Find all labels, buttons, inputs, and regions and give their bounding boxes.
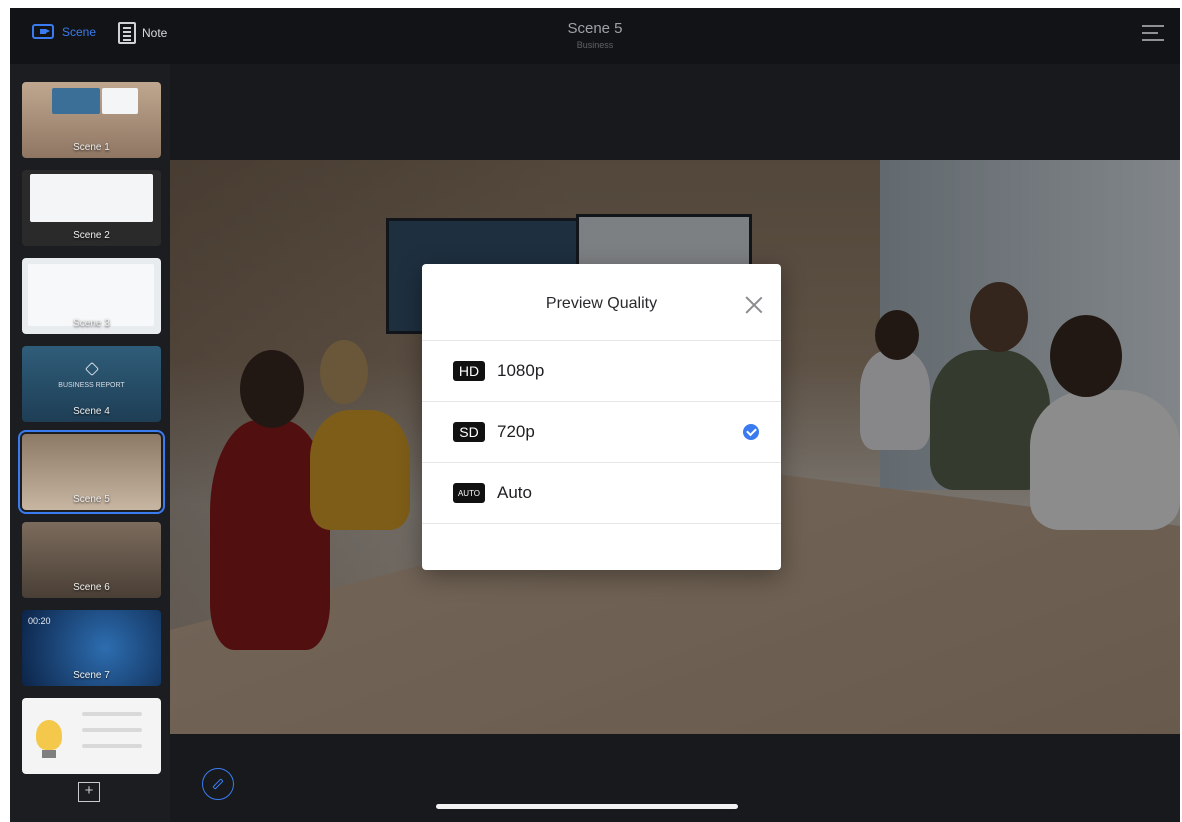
add-scene-button[interactable]: +	[78, 782, 100, 802]
dialog-header: Preview Quality	[422, 264, 781, 341]
timer-text: 00:20	[28, 616, 51, 626]
scene-thumbnail-5[interactable]: Scene 5	[18, 430, 165, 514]
page-title: Scene 5	[567, 20, 623, 37]
scene-label: Scene 5	[73, 494, 110, 505]
scene-thumbnail-2[interactable]: Scene 2	[22, 170, 161, 246]
sd-badge: SD	[453, 422, 485, 442]
hd-badge: HD	[453, 361, 485, 381]
quality-option-auto[interactable]: AUTO Auto	[422, 463, 781, 524]
scene-label: Scene 4	[73, 406, 110, 417]
scene-label: Scene 1	[73, 142, 110, 153]
quality-option-720p[interactable]: SD 720p	[422, 402, 781, 463]
scene-thumbnail-4[interactable]: BUSINESS REPORT Scene 4	[22, 346, 161, 422]
lightbulb-icon	[36, 720, 62, 750]
scene-label: Scene 3	[73, 318, 110, 329]
check-icon	[743, 424, 759, 440]
scene-label: Scene 2	[73, 230, 110, 241]
option-label: 1080p	[497, 361, 545, 380]
scene-thumbnail-6[interactable]: Scene 6	[22, 522, 161, 598]
slide-text: BUSINESS REPORT	[58, 382, 125, 389]
scene-thumbnail-3[interactable]: Scene 3	[22, 258, 161, 334]
menu-icon[interactable]	[1142, 22, 1164, 44]
auto-badge: AUTO	[453, 483, 485, 503]
option-label: 720p	[497, 422, 535, 441]
page-subtitle: Business	[576, 40, 614, 50]
edit-pen-icon	[212, 778, 224, 790]
scene-label: Scene 7	[73, 670, 110, 681]
option-label: Auto	[497, 483, 532, 502]
home-indicator	[436, 804, 738, 809]
scene-thumbnail-1[interactable]: Scene 1	[22, 82, 161, 158]
scene-sidebar: Scene 1 Scene 2 Scene 3 BUSINESS REPORT …	[10, 64, 170, 822]
quality-option-1080p[interactable]: HD 1080p	[422, 341, 781, 402]
preview-quality-dialog: Preview Quality HD 1080p SD 720p AUTO Au…	[422, 264, 781, 570]
top-bar: Scene Note Scene 5 Business	[10, 8, 1180, 64]
scene-label: Scene 6	[73, 582, 110, 593]
title-block: Scene 5 Business	[10, 20, 1180, 50]
close-icon[interactable]	[743, 294, 765, 316]
edit-button[interactable]	[202, 768, 234, 800]
dialog-title: Preview Quality	[545, 295, 658, 312]
scene-thumbnail-7[interactable]: 00:20 Scene 7	[22, 610, 161, 686]
scene-thumbnail-8[interactable]	[22, 698, 161, 774]
